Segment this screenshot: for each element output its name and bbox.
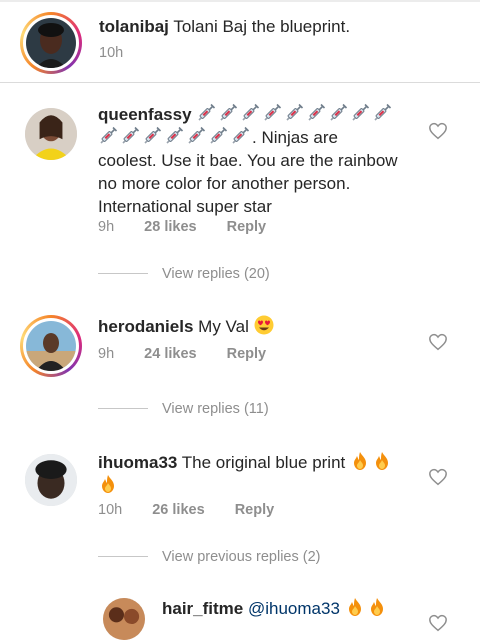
comment-text-queenfassy: queenfassy . Ninjas are coolest. Use it … <box>98 103 398 218</box>
reply-text-hair-fitme: hair_fitme @ihuoma33 <box>162 597 412 620</box>
syringe-emoji <box>328 103 348 123</box>
avatar-photo-icon <box>26 18 76 68</box>
comment-meta-herodaniels: 9h 24 likes Reply <box>98 346 266 362</box>
comment-username[interactable]: herodaniels <box>98 317 193 336</box>
syringe-emoji <box>230 126 250 146</box>
syringe-emoji <box>350 103 370 123</box>
caption-divider <box>0 82 480 83</box>
reply-username[interactable]: hair_fitme <box>162 599 243 618</box>
top-divider <box>0 0 480 2</box>
comment-time: 10h <box>98 502 123 518</box>
syringe-emoji <box>186 126 206 146</box>
like-heart-icon[interactable] <box>428 333 448 351</box>
fire-emoji <box>367 597 387 617</box>
like-heart-icon[interactable] <box>428 614 448 632</box>
like-heart-icon[interactable] <box>428 122 448 140</box>
syringe-emoji <box>262 103 282 123</box>
view-replies-link[interactable]: View replies (20) <box>162 266 270 282</box>
reply-button[interactable]: Reply <box>227 219 267 235</box>
comment-likes[interactable]: 24 likes <box>144 346 196 362</box>
like-heart-icon[interactable] <box>428 468 448 486</box>
syringe-emoji <box>142 126 162 146</box>
caption-username[interactable]: tolanibaj <box>99 17 169 36</box>
fire-emoji <box>350 451 370 471</box>
syringe-emoji <box>240 103 260 123</box>
view-previous-replies-link[interactable]: View previous replies (2) <box>162 549 321 565</box>
avatar-photo-icon <box>103 598 145 640</box>
reply-mention[interactable]: @ihuoma33 <box>248 599 340 618</box>
replies-divider <box>98 556 148 557</box>
avatar-photo-icon <box>26 321 76 371</box>
comment-text-herodaniels: herodaniels My Val <box>98 315 398 338</box>
fire-emoji <box>345 597 365 617</box>
comment-time: 9h <box>98 346 115 362</box>
comment-avatar-queenfassy[interactable] <box>25 108 77 160</box>
syringe-emoji <box>284 103 304 123</box>
syringe-emoji <box>306 103 326 123</box>
comment-likes[interactable]: 28 likes <box>144 219 196 235</box>
syringe-emoji <box>120 126 140 146</box>
fire-emoji <box>98 474 118 494</box>
syringe-emoji <box>196 103 216 123</box>
comment-time: 9h <box>98 219 115 235</box>
syringe-emoji <box>208 126 228 146</box>
syringe-emoji <box>164 126 184 146</box>
caption-time: 10h <box>99 45 124 61</box>
reply-avatar-hair-fitme[interactable] <box>103 598 145 640</box>
comment-text-ihuoma33: ihuoma33 The original blue print <box>98 451 408 497</box>
heart-eyes-emoji <box>254 315 274 335</box>
fire-emoji <box>372 451 392 471</box>
comment-body: My Val <box>198 317 249 336</box>
caption-body: Tolani Baj the blueprint. <box>173 17 351 36</box>
comment-meta-ihuoma33: 10h 26 likes Reply <box>98 502 274 518</box>
comment-meta-queenfassy: 9h 28 likes Reply <box>98 219 266 235</box>
syringe-emoji <box>218 103 238 123</box>
replies-divider <box>98 273 148 274</box>
comment-username[interactable]: queenfassy <box>98 105 192 124</box>
comment-body: The original blue print <box>181 453 346 472</box>
caption-text: tolanibaj Tolani Baj the blueprint. <box>99 15 459 38</box>
reply-button[interactable]: Reply <box>227 346 267 362</box>
fire-emoji-row <box>345 597 389 618</box>
replies-divider <box>98 408 148 409</box>
syringe-emoji <box>98 126 118 146</box>
syringe-emoji <box>372 103 392 123</box>
avatar-photo-icon <box>25 454 77 506</box>
view-replies-link[interactable]: View replies (11) <box>162 401 269 417</box>
comment-avatar-ihuoma33[interactable] <box>25 454 77 506</box>
comment-username[interactable]: ihuoma33 <box>98 453 177 472</box>
comment-avatar-herodaniels[interactable] <box>20 315 82 377</box>
comment-likes[interactable]: 26 likes <box>152 502 204 518</box>
avatar-photo-icon <box>25 108 77 160</box>
caption-avatar[interactable] <box>20 12 82 74</box>
reply-button[interactable]: Reply <box>235 502 275 518</box>
